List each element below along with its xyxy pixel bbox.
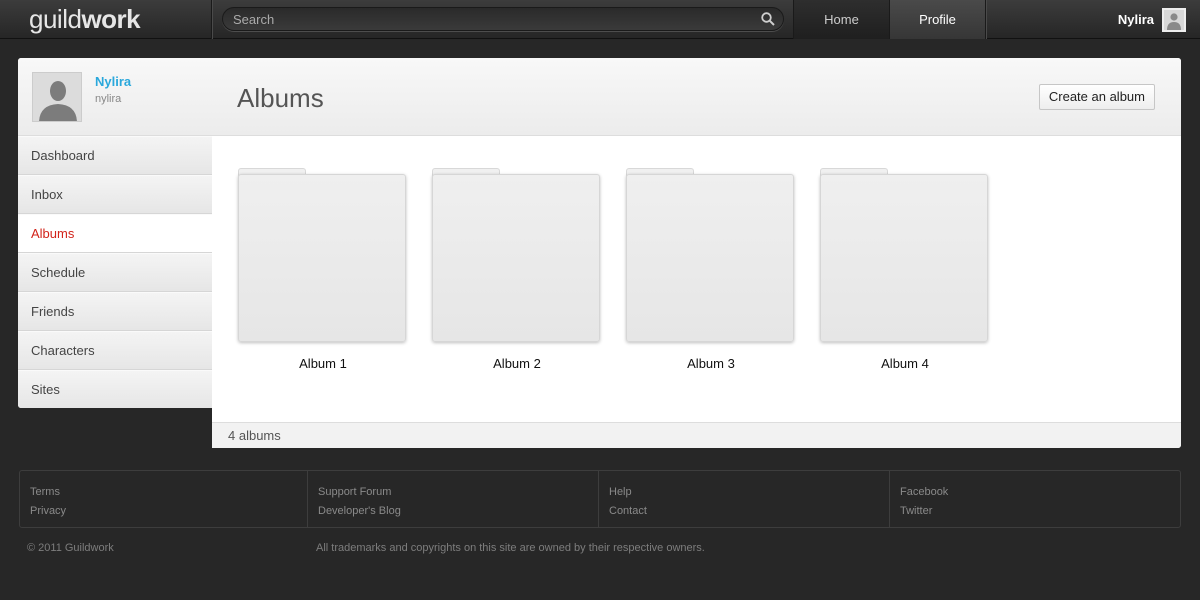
footer-column: Facebook Twitter (889, 471, 1180, 527)
footer-link-developers-blog[interactable]: Developer's Blog (318, 502, 599, 521)
footer-link-facebook[interactable]: Facebook (900, 483, 1180, 502)
sidebar: Nylira nylira Dashboard Inbox Albums Sch… (18, 58, 212, 408)
profile-avatar[interactable] (32, 72, 82, 122)
search-icon[interactable] (761, 12, 775, 26)
albums-panel: Albums Create an album Album 1 Album 2 A… (212, 58, 1181, 448)
footer-link-help[interactable]: Help (609, 483, 890, 502)
logo-text-work: work (81, 4, 141, 34)
guildwork-logo[interactable]: guildwork (29, 3, 141, 35)
footer-column: Help Contact (598, 471, 890, 527)
copyright-notice: © 2011 Guildwork (27, 542, 114, 554)
avatar-silhouette-icon (1164, 9, 1184, 30)
folder-icon[interactable] (626, 168, 796, 343)
album-card[interactable]: Album 3 (626, 168, 796, 371)
nav-profile-link[interactable]: Profile (890, 0, 985, 39)
folder-icon[interactable] (238, 168, 408, 343)
footer-link-contact[interactable]: Contact (609, 502, 890, 521)
sidebar-item-albums[interactable]: Albums (18, 214, 212, 253)
sidebar-item-sites[interactable]: Sites (18, 370, 212, 408)
folder-icon[interactable] (820, 168, 990, 343)
album-label[interactable]: Album 3 (626, 356, 796, 371)
album-label[interactable]: Album 4 (820, 356, 990, 371)
search-input[interactable] (233, 10, 753, 28)
divider (211, 0, 212, 39)
trademark-notice: All trademarks and copyrights on this si… (316, 542, 705, 554)
page-title: Albums (237, 83, 324, 113)
user-avatar-small[interactable] (1162, 7, 1186, 32)
sidebar-item-schedule[interactable]: Schedule (18, 253, 212, 292)
nav-home-link[interactable]: Home (794, 0, 889, 39)
profile-display-name[interactable]: Nylira (95, 74, 131, 89)
footer-column: Support Forum Developer's Blog (307, 471, 599, 527)
panel-header: Albums Create an album (212, 58, 1181, 136)
user-menu[interactable]: Nylira (1118, 0, 1186, 39)
profile-handle: nylira (95, 93, 122, 105)
sidebar-item-dashboard[interactable]: Dashboard (18, 136, 212, 175)
album-label[interactable]: Album 1 (238, 356, 408, 371)
search-box[interactable] (222, 7, 784, 31)
folder-icon[interactable] (432, 168, 602, 343)
sidebar-item-inbox[interactable]: Inbox (18, 175, 212, 214)
album-label[interactable]: Album 2 (432, 356, 602, 371)
sidebar-item-friends[interactable]: Friends (18, 292, 212, 331)
footer-link-privacy[interactable]: Privacy (30, 502, 308, 521)
album-card[interactable]: Album 1 (238, 168, 408, 371)
footer-links: Terms Privacy Support Forum Developer's … (19, 470, 1181, 528)
logo-text-guild: guild (29, 4, 82, 34)
divider (985, 0, 986, 39)
avatar-silhouette-icon (33, 73, 81, 121)
album-card[interactable]: Album 4 (820, 168, 990, 371)
top-username[interactable]: Nylira (1118, 12, 1154, 27)
sidebar-item-characters[interactable]: Characters (18, 331, 212, 370)
footer-link-support-forum[interactable]: Support Forum (318, 483, 599, 502)
album-count: 4 albums (212, 422, 1181, 448)
create-album-button[interactable]: Create an album (1038, 84, 1155, 110)
album-card[interactable]: Album 2 (432, 168, 602, 371)
footer-column: Terms Privacy (20, 471, 308, 527)
profile-summary: Nylira nylira (18, 58, 212, 136)
footer-link-twitter[interactable]: Twitter (900, 502, 1180, 521)
footer-link-terms[interactable]: Terms (30, 483, 308, 502)
top-navigation-bar: guildwork Home Profile Nylira (0, 0, 1200, 39)
